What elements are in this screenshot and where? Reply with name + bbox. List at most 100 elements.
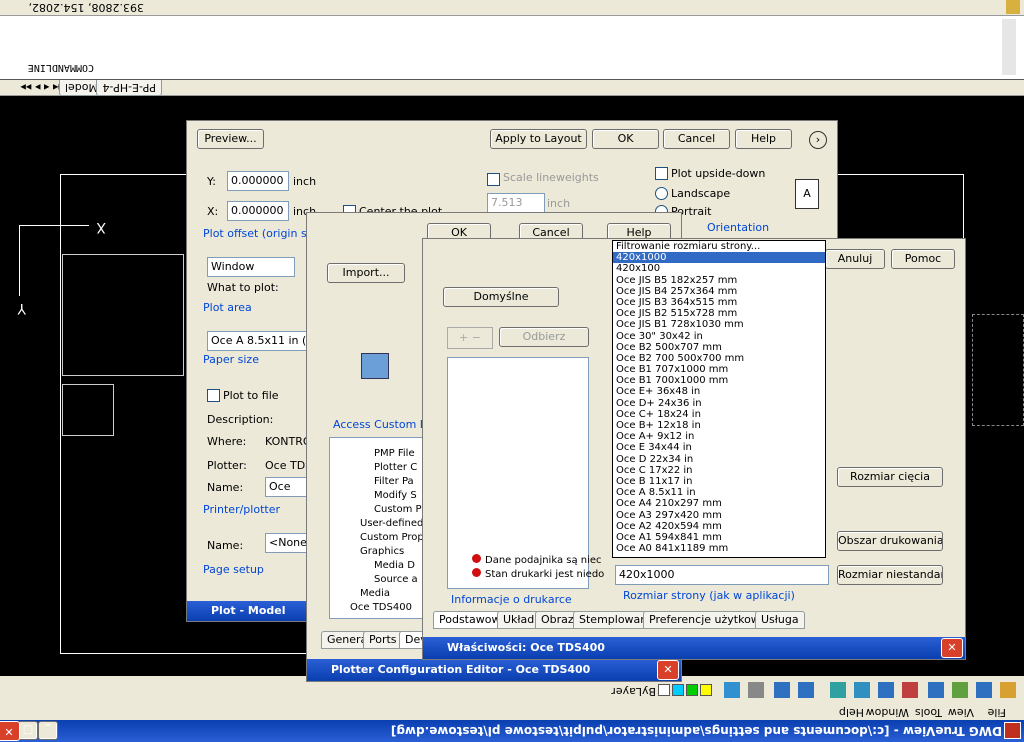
props-help-button[interactable]: Pomoc <box>891 249 955 269</box>
paper-size-dropdown[interactable]: Filtrowanie rozmiaru strony... 420x1000 42… <box>612 240 826 558</box>
apply-layout-button[interactable]: Apply to Layout <box>490 129 587 149</box>
scale-input[interactable]: 7.513 <box>487 193 545 213</box>
dropdown-option[interactable]: Oce A0 841x1189 mm <box>613 543 825 554</box>
what-to-plot-select[interactable]: Window <box>207 257 295 277</box>
pce-tab-ports[interactable]: Ports <box>363 631 403 649</box>
menu-window[interactable]: Window <box>866 706 909 719</box>
tool-icon[interactable] <box>1000 682 1016 698</box>
expand-toggle-icon[interactable]: › <box>809 131 827 149</box>
cut-size-button[interactable]: Rozmiar cięcia <box>837 467 943 487</box>
menu-tools[interactable]: Tools <box>915 706 942 719</box>
print-area-button[interactable]: Obszar drukowania <box>837 531 943 551</box>
dropdown-option[interactable]: Oce A 8.5x11 in <box>613 487 825 498</box>
tool-icon[interactable] <box>878 682 894 698</box>
layer-color-swatch[interactable] <box>672 684 684 696</box>
y-offset-input[interactable]: 0.000000 <box>227 171 289 191</box>
menu-help[interactable]: Help <box>839 706 864 719</box>
preview-button[interactable]: Preview... <box>197 129 264 149</box>
props-close-button[interactable]: ✕ <box>941 638 963 658</box>
tree-item[interactable]: PMP File <box>374 448 415 459</box>
plot-help-button[interactable]: Help <box>735 129 792 149</box>
tool-icon[interactable] <box>976 682 992 698</box>
nonstandard-size-button[interactable]: Rozmiar niestandardowy <box>837 565 943 585</box>
app-close-button[interactable]: ✕ <box>0 721 20 741</box>
dropdown-option[interactable]: Oce B1 700x1000 mm <box>613 375 825 386</box>
plot-to-file-checkbox[interactable] <box>207 389 220 402</box>
maximize-button[interactable]: □ <box>18 721 38 740</box>
tree-item[interactable]: Plotter C <box>374 462 417 473</box>
layer-color-swatch[interactable] <box>686 684 698 696</box>
dropdown-option[interactable]: Oce E+ 36x48 in <box>613 386 825 397</box>
tree-item[interactable]: Filter Pa <box>374 476 414 487</box>
dropdown-option[interactable]: Oce JIS B1 728x1030 mm <box>613 319 825 330</box>
paper-size-select[interactable]: Oce A 8.5x11 in (Port <box>207 331 315 351</box>
minimize-button[interactable]: _ <box>38 721 58 740</box>
dropdown-option[interactable]: Oce E 34x44 in <box>613 442 825 453</box>
tool-icon[interactable] <box>774 682 790 698</box>
layer-color-swatch[interactable] <box>658 684 670 696</box>
dropdown-option[interactable]: Oce A1 594x841 mm <box>613 532 825 543</box>
props-tab-layout[interactable]: Układ <box>497 611 541 629</box>
tab-scroll-arrows[interactable]: ◂◂ ◂ ▸ ▸▸ <box>20 81 64 94</box>
tool-icon[interactable] <box>830 682 846 698</box>
dropdown-option[interactable]: 420x1000 <box>613 252 825 264</box>
tool-icon[interactable] <box>854 682 870 698</box>
remove-button[interactable]: Odbierz <box>499 327 589 347</box>
tool-icon[interactable] <box>724 682 740 698</box>
import-button[interactable]: Import... <box>327 263 405 283</box>
dropdown-option[interactable]: Oce A4 210x297 mm <box>613 498 825 509</box>
dropdown-option[interactable]: Oce JIS B3 364x515 mm <box>613 297 825 308</box>
layer-color-swatch[interactable] <box>700 684 712 696</box>
command-line[interactable]: COMMANDLINE <box>0 15 1024 80</box>
commandline-scroll[interactable] <box>1002 19 1016 75</box>
tree-item[interactable]: Graphics <box>360 546 404 557</box>
x-offset-input[interactable]: 0.000000 <box>227 201 289 221</box>
tree-item[interactable]: Source a <box>374 574 418 585</box>
landscape-radio[interactable] <box>655 187 668 200</box>
dropdown-option[interactable]: Oce A+ 9x12 in <box>613 431 825 442</box>
dropdown-option[interactable]: Oce A3 297x420 mm <box>613 510 825 521</box>
dropdown-option[interactable]: Oce B 11x17 in <box>613 476 825 487</box>
tree-item[interactable]: Media D <box>374 560 415 571</box>
tool-icon[interactable] <box>928 682 944 698</box>
tool-icon[interactable] <box>748 682 764 698</box>
props-cancel-button[interactable]: Anuluj <box>825 249 885 269</box>
dropdown-option[interactable]: Oce D 22x34 in <box>613 454 825 465</box>
tree-item[interactable]: Custom P <box>374 504 422 515</box>
dropdown-option[interactable]: 420x100 <box>613 263 825 274</box>
props-tab-service[interactable]: Usługa <box>755 611 805 629</box>
dropdown-option[interactable]: Oce A2 420x594 mm <box>613 521 825 532</box>
tray-icon[interactable] <box>1006 0 1020 14</box>
tree-item[interactable]: Oce TDS400 <box>350 602 412 613</box>
device-tree[interactable]: PMP File Plotter C Filter Pa Modify S Cu… <box>329 437 431 619</box>
plot-cancel-button[interactable]: Cancel <box>663 129 730 149</box>
dropdown-option[interactable]: Oce JIS B4 257x364 mm <box>613 286 825 297</box>
dropdown-option[interactable]: Oce JIS B5 182x257 mm <box>613 275 825 286</box>
dropdown-option[interactable]: Oce C+ 18x24 in <box>613 409 825 420</box>
tool-icon[interactable] <box>952 682 968 698</box>
dropdown-option[interactable]: Filtrowanie rozmiaru strony... <box>613 241 825 252</box>
tree-item[interactable]: Modify S <box>374 490 417 501</box>
dropdown-option[interactable]: Oce 30" 30x42 in <box>613 331 825 342</box>
layer-combo[interactable]: ByLayer <box>611 685 656 698</box>
paper-size-combo[interactable]: 420x1000 <box>615 565 829 585</box>
tool-icon[interactable] <box>798 682 814 698</box>
dropdown-option[interactable]: Oce B2 700 500x700 mm <box>613 353 825 364</box>
printer-info-list[interactable]: Stan drukarki jest niedo Dane podajnika … <box>447 357 604 589</box>
dropdown-option[interactable]: Oce B1 707x1000 mm <box>613 364 825 375</box>
pce-close-button[interactable]: ✕ <box>657 660 679 680</box>
dropdown-option[interactable]: Oce B+ 12x18 in <box>613 420 825 431</box>
menu-file[interactable]: File <box>988 706 1006 719</box>
dropdown-option[interactable]: Oce D+ 24x36 in <box>613 398 825 409</box>
tree-item[interactable]: Media <box>360 588 390 599</box>
dropdown-option[interactable]: Oce B2 500x707 mm <box>613 342 825 353</box>
plus-minus-buttons[interactable]: + − <box>447 327 493 349</box>
defaults-button[interactable]: Domyślne <box>443 287 559 307</box>
tree-item[interactable]: User-defined <box>360 518 423 529</box>
dropdown-option[interactable]: Oce C 17x22 in <box>613 465 825 476</box>
tree-item[interactable]: Custom Prop <box>360 532 424 543</box>
plot-ok-button[interactable]: OK <box>592 129 659 149</box>
dropdown-option[interactable]: Oce JIS B2 515x728 mm <box>613 308 825 319</box>
tool-icon[interactable] <box>902 682 918 698</box>
upside-down-checkbox[interactable] <box>655 167 668 180</box>
